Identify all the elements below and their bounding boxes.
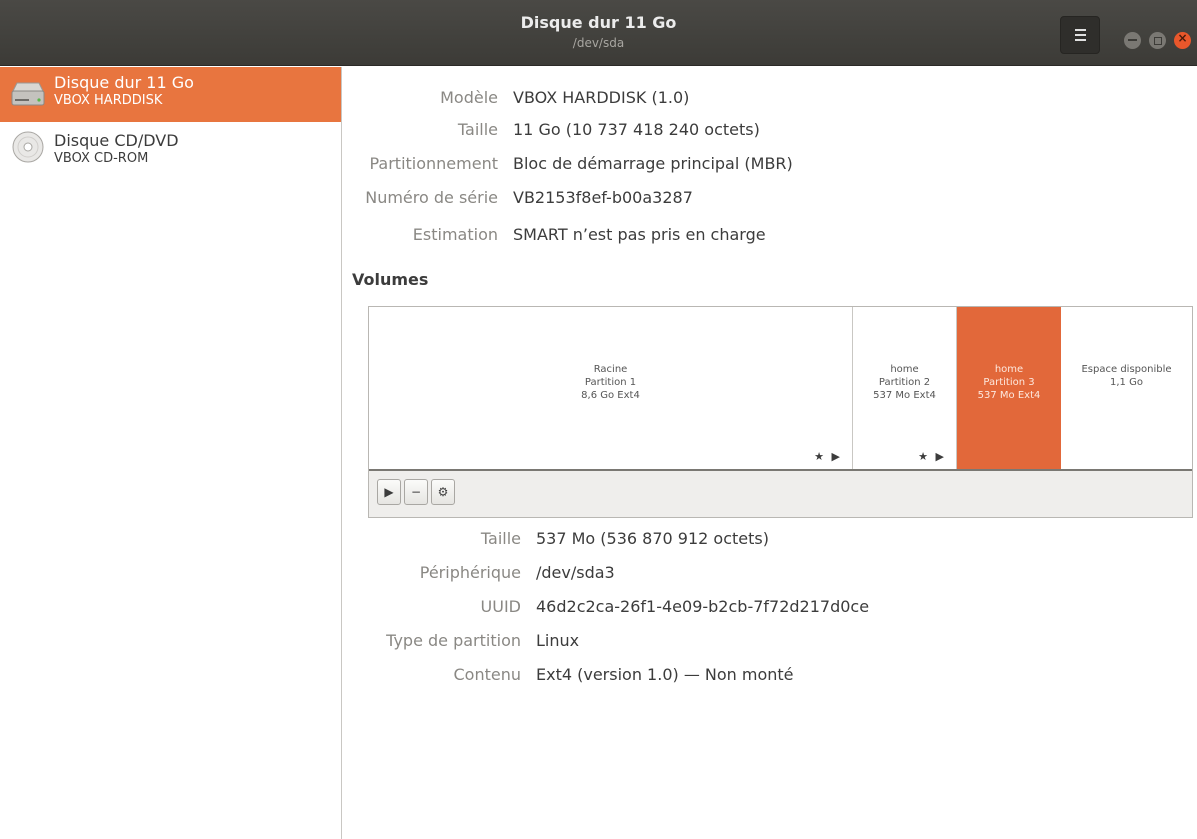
drive-model: VBOX HARDDISK: [54, 93, 163, 108]
uuid-label: UUID: [480, 597, 521, 616]
close-button[interactable]: ×: [1174, 31, 1191, 49]
volume-flags: ★ ▶: [814, 450, 842, 463]
volume-free-space[interactable]: Espace disponible 1,1 Go: [1061, 307, 1192, 469]
partitioning-value: Bloc de démarrage principal (MBR): [513, 154, 793, 173]
drive-name: Disque CD/DVD: [54, 131, 179, 150]
volume-partition-3-selected[interactable]: home Partition 3 537 Mo Ext4: [957, 307, 1061, 469]
model-value: VBOX HARDDISK (1.0): [513, 88, 690, 107]
volume-size-type: 8,6 Go Ext4: [581, 390, 640, 401]
partition-size-value: 537 Mo (536 870 912 octets): [536, 529, 769, 548]
volume-partition-number: Partition 3: [983, 377, 1035, 388]
volumes-heading: Volumes: [352, 270, 429, 289]
delete-partition-button[interactable]: −: [404, 479, 428, 505]
drive-name: Disque dur 11 Go: [54, 73, 194, 92]
volume-size-type: 537 Mo Ext4: [977, 390, 1041, 401]
volume-size: 1,1 Go: [1110, 377, 1143, 388]
mount-button[interactable]: ▶: [377, 479, 401, 505]
header-bar: Disque dur 11 Go /dev/sda ×: [0, 0, 1197, 66]
assessment-value: SMART n’est pas pris en charge: [513, 225, 766, 244]
volume-map: Racine Partition 1 8,6 Go Ext4 ★ ▶ home …: [368, 306, 1193, 518]
volume-bar: Racine Partition 1 8,6 Go Ext4 ★ ▶ home …: [369, 307, 1192, 471]
drive-model: VBOX CD-ROM: [54, 151, 149, 166]
drive-list-sidebar: Disque dur 11 Go VBOX HARDDISK Disque CD…: [0, 67, 342, 839]
window-title: Disque dur 11 Go: [520, 13, 677, 32]
minus-icon: −: [410, 485, 422, 499]
play-icon: ▶: [384, 485, 394, 499]
partition-type-value: Linux: [536, 631, 580, 650]
model-label: Modèle: [440, 88, 498, 107]
serial-value: VB2153f8ef-b00a3287: [513, 188, 693, 207]
volume-label: home: [994, 364, 1024, 375]
partition-settings-button[interactable]: ⚙: [431, 479, 455, 505]
contents-value: Ext4 (version 1.0) — Non monté: [536, 665, 794, 684]
hamburger-menu-button[interactable]: [1060, 16, 1100, 54]
window-subtitle: /dev/sda: [572, 36, 625, 50]
volume-partition-number: Partition 1: [584, 377, 637, 388]
volume-flags: ★ ▶: [918, 450, 946, 463]
sidebar-item-cd-dvd[interactable]: Disque CD/DVD VBOX CD-ROM: [0, 122, 341, 177]
volume-size-type: 537 Mo Ext4: [873, 390, 936, 401]
uuid-value: 46d2c2ca-26f1-4e09-b2cb-7f72d217d0ce: [536, 597, 870, 616]
size-value: 11 Go (10 737 418 240 octets): [513, 120, 760, 139]
gears-icon: ⚙: [437, 485, 449, 499]
volume-toolbar: ▶ − ⚙: [377, 479, 455, 505]
minimize-button[interactable]: [1124, 32, 1141, 49]
title-block: Disque dur 11 Go /dev/sda: [0, 13, 1197, 51]
partitioning-label: Partitionnement: [369, 154, 498, 173]
contents-label: Contenu: [453, 665, 522, 684]
partition-size-label: Taille: [480, 529, 521, 548]
partition-type-label: Type de partition: [386, 631, 521, 650]
close-icon: ×: [1177, 31, 1188, 45]
device-value: /dev/sda3: [536, 563, 615, 582]
volume-label: Racine: [593, 364, 628, 375]
volume-partition-number: Partition 2: [878, 377, 931, 388]
hamburger-menu-icon: [1074, 29, 1086, 31]
size-label: Taille: [457, 120, 498, 139]
serial-label: Numéro de série: [365, 188, 498, 207]
maximize-button[interactable]: [1149, 32, 1166, 49]
volume-partition-1[interactable]: Racine Partition 1 8,6 Go Ext4 ★ ▶: [369, 307, 853, 469]
volume-label: Espace disponible: [1081, 364, 1172, 375]
volume-partition-2[interactable]: home Partition 2 537 Mo Ext4 ★ ▶: [853, 307, 957, 469]
device-label: Périphérique: [419, 563, 521, 582]
hard-disk-icon: [11, 82, 45, 106]
volume-label: home: [890, 364, 919, 375]
sidebar-item-hard-disk[interactable]: Disque dur 11 Go VBOX HARDDISK: [0, 67, 341, 122]
assessment-label: Estimation: [412, 225, 498, 244]
optical-disc-icon: [12, 131, 44, 163]
